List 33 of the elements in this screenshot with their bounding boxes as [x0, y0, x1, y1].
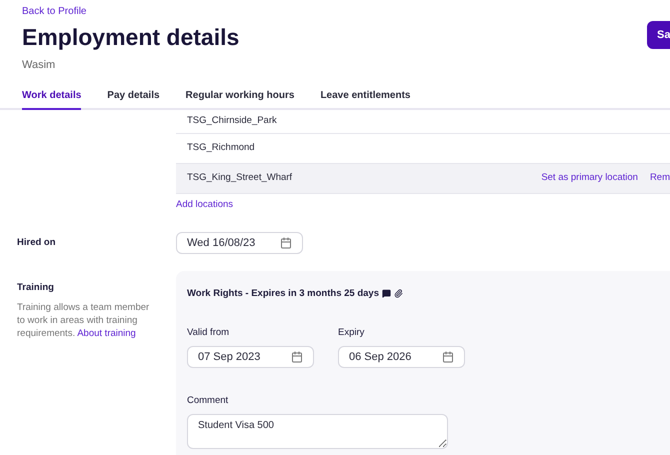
field-label: Valid from [187, 326, 230, 340]
date-field[interactable]: Wed 16/08/23 [176, 232, 303, 254]
add-locations-link[interactable]: Add locations [176, 198, 670, 212]
date-field[interactable]: 07 Sep 2023 [187, 346, 314, 368]
field-label: Hired on [16, 236, 57, 250]
location-name: TSG_King_Street_Wharf [187, 170, 292, 185]
date-value: 07 Sep 2023 [198, 350, 260, 365]
date-value: Wed 16/08/23 [187, 236, 256, 250]
field-label: Training [17, 280, 55, 295]
date-value: 06 Sep 2026 [349, 350, 412, 365]
field-label: Comment [187, 394, 230, 408]
card-title: Work Rights - Expires in 3 months 25 days [187, 286, 379, 301]
field-label: Expiry [338, 326, 366, 340]
calendar-icon [280, 236, 292, 249]
location-action-link[interactable]: Rem [650, 170, 670, 186]
calendar-icon [291, 351, 303, 364]
tab[interactable]: Pay details [107, 88, 160, 110]
location-action-link[interactable]: Set as primary location [541, 170, 638, 186]
comment-field[interactable]: Student Visa 500 [187, 414, 448, 448]
training-description: Training allows a team member to work in areas with training requirements. About training [17, 301, 150, 340]
location-name: TSG_Richmond [187, 140, 255, 155]
back-link[interactable]: Back to Profile [22, 4, 240, 19]
tab[interactable]: Regular working hours [186, 88, 294, 110]
date-field[interactable]: 06 Sep 2026 [338, 346, 465, 368]
tab[interactable]: Work details [22, 88, 82, 110]
employee-name: Wasim [22, 58, 56, 73]
tab[interactable]: Leave entitlements [320, 88, 410, 110]
comment-icon [382, 289, 391, 298]
about-training-link[interactable]: About training [77, 328, 136, 339]
paperclip-icon [394, 289, 403, 298]
location-name: TSG_Chirnside_Park [187, 114, 277, 128]
page-title: Employment details [22, 23, 240, 52]
calendar-icon [442, 351, 454, 364]
